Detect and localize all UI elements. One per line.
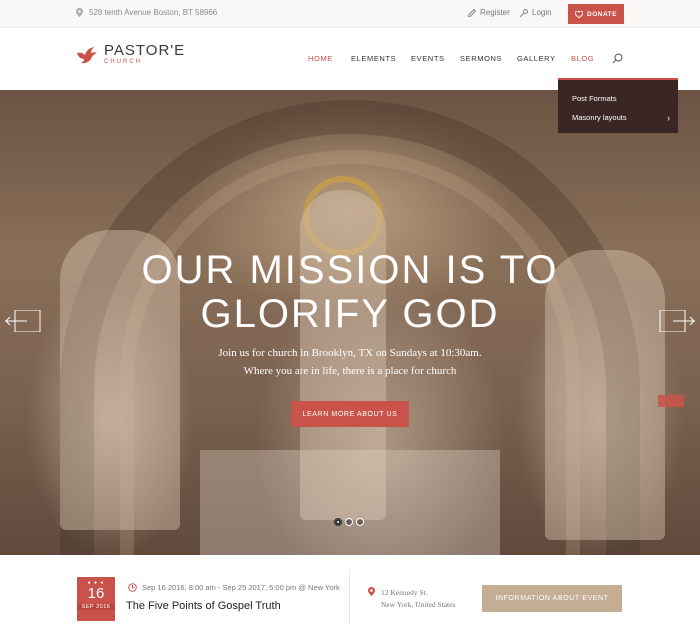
menu-item-masonry-layouts[interactable]: Masonry layouts — [572, 113, 627, 122]
nav-elements[interactable]: ELEMENTS — [351, 54, 396, 63]
map-pin-icon — [368, 587, 375, 596]
nav-blog[interactable]: BLOG — [571, 54, 594, 63]
clock-icon — [128, 583, 137, 592]
learn-more-button[interactable]: LEARN MORE ABOUT US — [291, 401, 409, 427]
top-bar: 528 tenth Avenue Boston, BT 58966 Regist… — [0, 0, 700, 28]
pencil-icon — [468, 8, 476, 17]
menu-item-post-formats[interactable]: Post Formats — [572, 94, 617, 103]
map-pin-icon — [76, 8, 83, 17]
hero-title-line-1: OUR MISSION IS TO — [141, 248, 559, 292]
event-month: SEP 2016 — [77, 604, 115, 610]
event-address-line-1: 12 Kennedy St. — [381, 588, 428, 597]
event-location: 12 Kennedy St. New York, United States — [368, 587, 455, 611]
logo-name: PASTOR'E — [104, 42, 186, 59]
event-datetime: Sep 16 2016, 8:00 am - Sep 25 2017, 5:00… — [128, 583, 340, 592]
donate-button[interactable]: DONATE — [568, 4, 624, 24]
dove-icon — [77, 46, 97, 63]
event-info-button[interactable]: INFORMATION ABOUT EVENT — [482, 585, 622, 612]
side-tab[interactable] — [658, 395, 684, 407]
slider-dots — [334, 518, 364, 526]
address-text: 528 tenth Avenue Boston, BT 58966 — [89, 8, 218, 17]
nav-sermons[interactable]: SERMONS — [460, 54, 502, 63]
slider-dot[interactable] — [356, 518, 364, 526]
chevron-right-icon: › — [667, 113, 670, 123]
slider-dot[interactable] — [345, 518, 353, 526]
event-date-badge: ● ● ● 16 SEP 2016 — [77, 577, 115, 621]
hero-title-line-2: GLORIFY GOD — [200, 292, 500, 336]
hero-subtitle-line-2: Where you are in life, there is a place … — [243, 365, 457, 377]
site-logo[interactable]: PASTOR'E CHURCH — [76, 42, 186, 65]
event-day: 16 — [87, 585, 105, 602]
search-icon[interactable] — [612, 53, 623, 64]
divider — [349, 569, 350, 625]
nav-home[interactable]: HOME — [308, 54, 333, 63]
arrow-left-icon[interactable] — [5, 310, 41, 332]
login-link[interactable]: Login — [520, 8, 552, 17]
slider-dot[interactable] — [334, 518, 342, 526]
heart-icon — [575, 10, 584, 18]
altar-decoration — [200, 450, 500, 555]
address: 528 tenth Avenue Boston, BT 58966 — [76, 8, 217, 17]
key-icon — [520, 8, 528, 17]
upcoming-event: ● ● ● 16 SEP 2016 Sep 16 2016, 8:00 am -… — [0, 555, 700, 639]
event-title[interactable]: The Five Points of Gospel Truth — [126, 600, 281, 612]
blog-dropdown-menu: Post Formats Masonry layouts › — [558, 78, 678, 133]
nav-events[interactable]: EVENTS — [411, 54, 445, 63]
register-link[interactable]: Register — [468, 8, 510, 17]
nav-gallery[interactable]: GALLERY — [517, 54, 556, 63]
hero-subtitle-line-1: Join us for church in Brooklyn, TX on Su… — [218, 347, 482, 359]
logo-subtitle: CHURCH — [104, 59, 142, 65]
arrow-right-icon[interactable] — [659, 310, 695, 332]
event-address-line-2: New York, United States — [381, 600, 456, 609]
hero-slider: OUR MISSION IS TO GLORIFY GOD Join us fo… — [0, 90, 700, 555]
